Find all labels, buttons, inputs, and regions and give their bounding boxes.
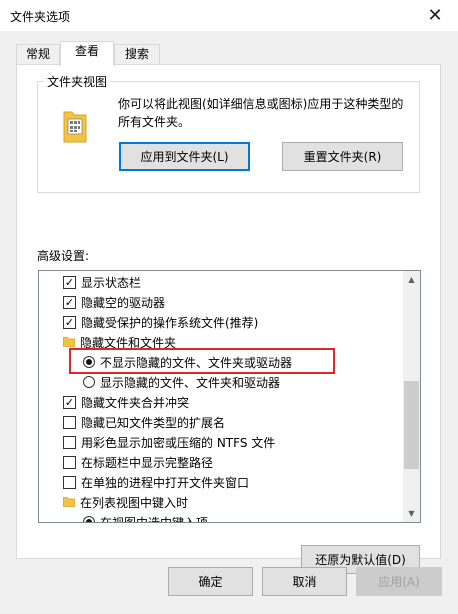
tab-search[interactable]: 搜索 xyxy=(114,44,160,65)
checkbox-checked-icon[interactable]: ✓ xyxy=(63,295,76,309)
apply-button[interactable]: 应用(A) xyxy=(356,567,442,596)
checkbox-checked-icon[interactable]: ✓ xyxy=(63,395,76,409)
checkbox-unchecked-icon[interactable] xyxy=(63,415,76,429)
list-item-label: 显示状态栏 xyxy=(81,275,142,290)
checkbox-unchecked-icon[interactable] xyxy=(63,455,76,469)
list-item: 在列表视图中键入时 xyxy=(63,492,420,512)
scroll-down-button[interactable]: ▼ xyxy=(403,505,420,522)
list-item-label: 在单独的进程中打开文件夹窗口 xyxy=(81,475,250,490)
folder-views-group: 文件夹视图 你可以将此视图(如详细信息或图标)应用于这种类型的所有文件夹。 应用… xyxy=(37,73,420,193)
ok-button[interactable]: 确定 xyxy=(168,567,253,596)
scroll-up-button[interactable]: ▲ xyxy=(403,271,420,288)
close-button[interactable]: ✕ xyxy=(420,2,450,28)
cancel-button[interactable]: 取消 xyxy=(262,567,347,596)
tab-panel-view: 文件夹视图 你可以将此视图(如详细信息或图标)应用于这种类型的所有文件夹。 应用… xyxy=(16,64,441,574)
list-item[interactable]: ✓ 隐藏文件夹合并冲突 xyxy=(63,392,420,412)
list-item-label: 在标题栏中显示完整路径 xyxy=(81,455,214,470)
list-item[interactable]: ✓ 显示状态栏 xyxy=(63,272,420,292)
advanced-settings-list[interactable]: ✓ 显示状态栏 ✓ 隐藏空的驱动器 ✓ 隐藏受保护的操作系统文件(推荐) 隐藏文… xyxy=(38,270,421,523)
checkbox-unchecked-icon[interactable] xyxy=(63,435,76,449)
list-item[interactable]: 在标题栏中显示完整路径 xyxy=(63,452,420,472)
checkbox-unchecked-icon[interactable] xyxy=(63,475,76,489)
advanced-settings-label: 高级设置: xyxy=(37,249,90,263)
folder-icon xyxy=(63,337,75,347)
list-item[interactable]: 隐藏已知文件类型的扩展名 xyxy=(63,412,420,432)
list-item-label: 隐藏文件和文件夹 xyxy=(80,335,177,350)
dialog-body: 常规 查看 搜索 文件夹视图 你可以将此视图(如详细信息或图标)应用于这种类型的… xyxy=(0,31,458,614)
list-item-label: 在视图中选中键入项 xyxy=(100,515,209,523)
reset-folders-button[interactable]: 重置文件夹(R) xyxy=(282,142,403,171)
list-item[interactable]: 在视图中选中键入项 xyxy=(83,512,420,523)
tab-general[interactable]: 常规 xyxy=(16,44,60,65)
chevron-down-icon: ▼ xyxy=(408,509,415,518)
folder-views-icon xyxy=(63,111,87,143)
list-item-label: 隐藏受保护的操作系统文件(推荐) xyxy=(81,315,259,330)
list-item-label: 不显示隐藏的文件、文件夹或驱动器 xyxy=(100,355,293,370)
radio-unselected-icon[interactable] xyxy=(83,376,95,388)
list-item[interactable]: 显示隐藏的文件、文件夹和驱动器 xyxy=(83,372,420,392)
list-item[interactable]: 在单独的进程中打开文件夹窗口 xyxy=(63,472,420,492)
list-item[interactable]: ✓ 隐藏受保护的操作系统文件(推荐) xyxy=(63,312,420,332)
folder-icon xyxy=(63,497,75,507)
vertical-scrollbar[interactable]: ▲ ▼ xyxy=(403,271,420,522)
checkbox-checked-icon[interactable]: ✓ xyxy=(63,315,76,329)
apply-to-folders-button[interactable]: 应用到文件夹(L) xyxy=(119,142,250,171)
folder-views-description: 你可以将此视图(如详细信息或图标)应用于这种类型的所有文件夹。 xyxy=(118,97,404,129)
folder-views-label: 文件夹视图 xyxy=(44,73,111,90)
window-title: 文件夹选项 xyxy=(10,10,71,24)
list-item[interactable]: 用彩色显示加密或压缩的 NTFS 文件 xyxy=(63,432,420,452)
list-item[interactable]: ✓ 隐藏空的驱动器 xyxy=(63,292,420,312)
radio-selected-icon[interactable] xyxy=(83,356,95,368)
list-item-label: 隐藏空的驱动器 xyxy=(81,295,166,310)
list-item-label: 隐藏已知文件类型的扩展名 xyxy=(81,415,226,430)
list-item-label: 隐藏文件夹合并冲突 xyxy=(81,395,190,410)
chevron-up-icon: ▲ xyxy=(408,275,415,284)
radio-selected-icon[interactable] xyxy=(83,516,95,522)
list-item-label: 用彩色显示加密或压缩的 NTFS 文件 xyxy=(81,435,276,450)
tab-view[interactable]: 查看 xyxy=(60,41,114,66)
title-bar: 文件夹选项 ✕ xyxy=(0,0,458,31)
scrollbar-thumb[interactable] xyxy=(404,381,419,469)
list-item-label: 在列表视图中键入时 xyxy=(80,495,189,510)
checkbox-checked-icon[interactable]: ✓ xyxy=(63,275,76,289)
list-item-label: 显示隐藏的文件、文件夹和驱动器 xyxy=(100,375,281,390)
list-item: 隐藏文件和文件夹 xyxy=(63,332,420,352)
list-item[interactable]: 不显示隐藏的文件、文件夹或驱动器 xyxy=(83,352,420,372)
close-icon: ✕ xyxy=(427,4,443,26)
